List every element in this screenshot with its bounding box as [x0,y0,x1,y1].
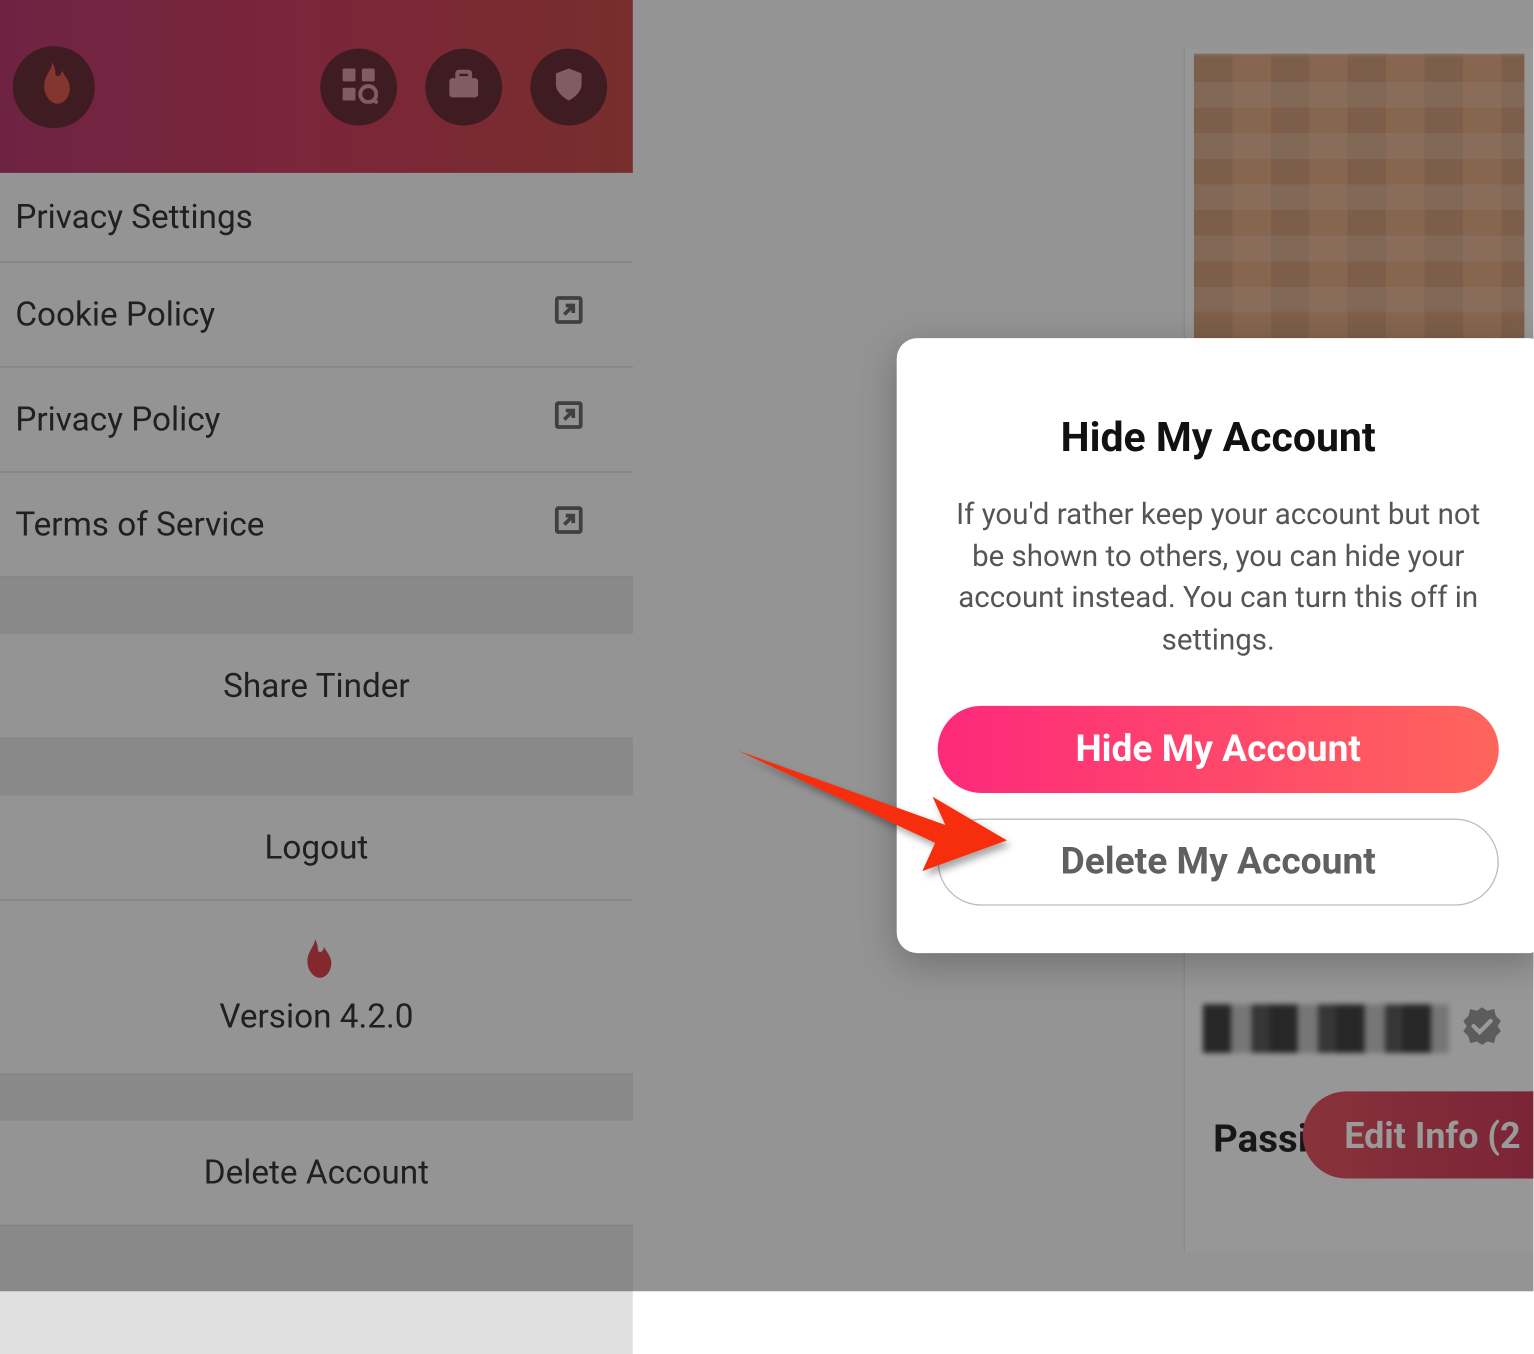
modal-title: Hide My Account [1061,412,1376,461]
hide-account-modal: Hide My Account If you'd rather keep you… [897,338,1534,953]
button-label: Delete My Account [1061,840,1376,884]
modal-description: If you'd rather keep your account but no… [938,494,1499,661]
button-label: Hide My Account [1075,727,1361,771]
hide-my-account-button[interactable]: Hide My Account [938,705,1499,792]
delete-my-account-button[interactable]: Delete My Account [938,818,1499,905]
